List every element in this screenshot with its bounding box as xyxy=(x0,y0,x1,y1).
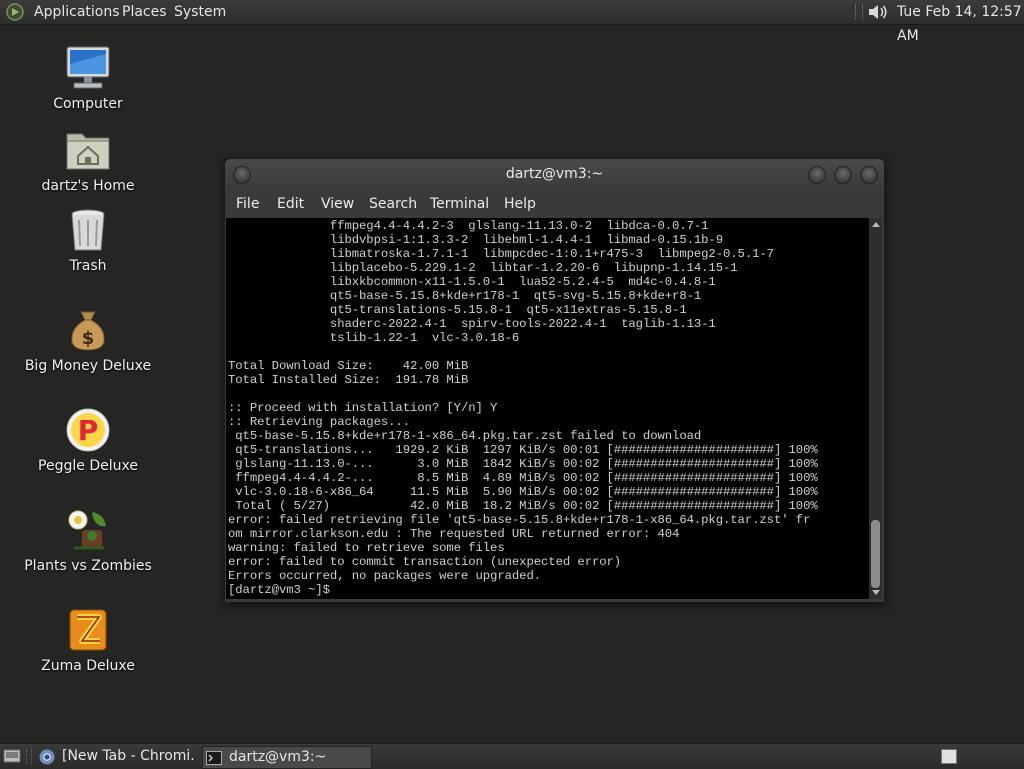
desktop-icon-label: Peggle Deluxe xyxy=(38,458,138,474)
window-titlebar[interactable]: dartz@vm3:~ xyxy=(225,159,884,190)
distro-logo-icon[interactable] xyxy=(6,3,24,21)
chromium-icon xyxy=(39,749,55,765)
terminal-menubar: File Edit View Search Terminal Help xyxy=(225,190,884,218)
desktop-icon-label: Big Money Deluxe xyxy=(24,358,152,374)
terminal-output: ffmpeg4.4-4.4.2-3 glslang-11.13.0-2 libd… xyxy=(228,219,818,597)
show-desktop-icon[interactable] xyxy=(3,748,21,764)
computer-icon xyxy=(66,46,110,89)
scroll-down-arrow-icon[interactable] xyxy=(872,590,880,595)
window-title: dartz@vm3:~ xyxy=(505,166,604,182)
svg-text:P: P xyxy=(78,414,99,447)
plants-vs-zombies-icon xyxy=(68,510,106,550)
menu-edit[interactable]: Edit xyxy=(277,190,304,218)
terminal-window[interactable]: dartz@vm3:~ File Edit View Search Termin… xyxy=(224,158,885,603)
maximize-button[interactable] xyxy=(834,166,852,184)
desktop-icon-zuma[interactable]: Zuma Deluxe xyxy=(18,606,158,674)
desktop-icon-computer[interactable]: Computer xyxy=(18,44,158,112)
minimize-button[interactable] xyxy=(808,166,826,184)
taskbar-item-label: [New Tab - Chromi... xyxy=(62,748,196,764)
system-menu[interactable]: System xyxy=(174,0,226,24)
menu-file[interactable]: File xyxy=(236,190,259,218)
desktop-icon-trash[interactable]: Trash xyxy=(18,206,158,274)
desktop-icon-label: Trash xyxy=(69,258,107,274)
top-panel: Applications Places System Tue Feb 14, 1… xyxy=(0,0,1024,44)
menu-terminal[interactable]: Terminal xyxy=(430,190,489,218)
taskbar-separator xyxy=(26,749,32,764)
trash-icon xyxy=(71,209,105,251)
volume-icon[interactable] xyxy=(866,2,890,22)
terminal-scrollbar[interactable] xyxy=(869,218,882,599)
peggle-icon: P xyxy=(66,408,110,452)
desktop-icon-home[interactable]: dartz's Home xyxy=(18,126,158,194)
menu-help[interactable]: Help xyxy=(504,190,536,218)
scroll-up-arrow-icon[interactable] xyxy=(872,222,880,227)
desktop-icon-peggle[interactable]: P Peggle Deluxe xyxy=(18,406,158,474)
applications-menu[interactable]: Applications xyxy=(34,0,120,24)
svg-text:$: $ xyxy=(82,328,95,349)
terminal-icon xyxy=(206,751,222,765)
menu-search[interactable]: Search xyxy=(369,190,417,218)
panel-separator xyxy=(855,4,863,20)
money-bag-icon: $ xyxy=(71,311,105,351)
clock[interactable]: Tue Feb 14, 12:57 AM xyxy=(897,0,1024,44)
desktop-icon-label: Zuma Deluxe xyxy=(41,658,135,674)
home-folder-icon xyxy=(66,133,110,170)
menu-view[interactable]: View xyxy=(321,190,354,218)
desktop-icon-big-money[interactable]: $ Big Money Deluxe xyxy=(18,306,158,374)
taskbar-item-terminal[interactable]: dartz@vm3:~ xyxy=(202,746,372,769)
close-button[interactable] xyxy=(860,166,878,184)
places-menu[interactable]: Places xyxy=(122,0,167,24)
desktop-icon-label: Computer xyxy=(53,96,123,112)
taskbar-item-label: dartz@vm3:~ xyxy=(229,749,327,765)
bottom-panel: [New Tab - Chromi... dartz@vm3:~ xyxy=(0,743,1024,769)
scrollbar-thumb[interactable] xyxy=(871,520,880,588)
taskbar-item-chromium[interactable]: [New Tab - Chromi... xyxy=(36,746,196,767)
desktop-icon-plants-vs-zombies[interactable]: Plants vs Zombies xyxy=(18,506,158,574)
desktop-icon-label: Plants vs Zombies xyxy=(24,558,152,574)
workspace-switcher[interactable] xyxy=(941,749,957,764)
terminal-screen[interactable]: ffmpeg4.4-4.4.2-3 glslang-11.13.0-2 libd… xyxy=(226,218,869,599)
desktop-icon-label: dartz's Home xyxy=(41,178,135,194)
zuma-icon xyxy=(69,609,107,651)
